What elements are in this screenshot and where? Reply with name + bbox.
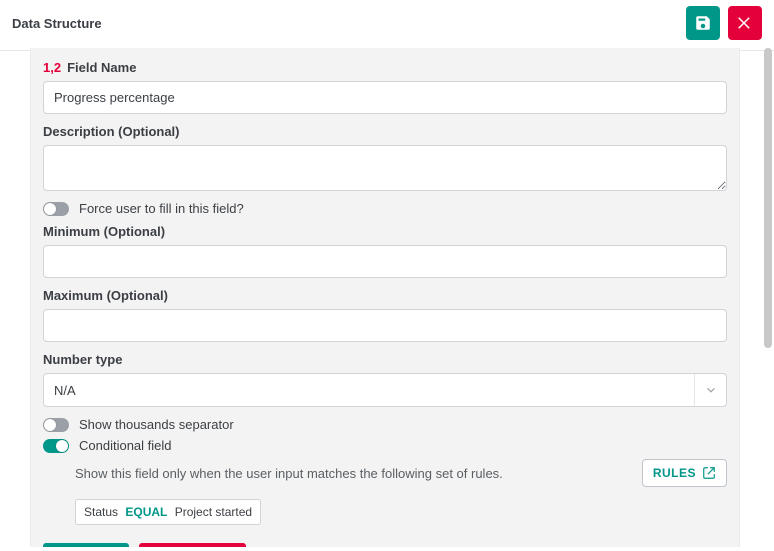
thousands-label: Show thousands separator <box>79 417 234 432</box>
cancel-button[interactable]: CANCEL <box>139 543 246 547</box>
force-fill-label: Force user to fill in this field? <box>79 201 244 216</box>
conditional-label: Conditional field <box>79 438 172 453</box>
rules-button[interactable]: RULES <box>642 459 727 487</box>
field-type-chip: 1,2 <box>43 60 61 75</box>
dialog-title: Data Structure <box>12 16 102 31</box>
external-link-icon <box>702 466 716 480</box>
number-type-value: N/A <box>54 383 76 398</box>
number-type-select[interactable]: N/A <box>43 373 727 407</box>
scrollbar[interactable] <box>764 48 772 348</box>
rule-value: Project started <box>175 505 252 519</box>
maximum-input[interactable] <box>43 309 727 342</box>
minimum-input[interactable] <box>43 245 727 278</box>
force-fill-toggle[interactable] <box>43 202 69 216</box>
field-name-input[interactable] <box>43 81 727 114</box>
header-save-button[interactable] <box>686 6 720 40</box>
rule-operator: EQUAL <box>125 505 167 519</box>
rule-chip[interactable]: Status EQUAL Project started <box>75 499 261 525</box>
minimum-label: Minimum (Optional) <box>43 224 165 239</box>
close-icon <box>736 14 754 32</box>
conditional-help-text: Show this field only when the user input… <box>75 466 503 481</box>
chevron-down-icon <box>694 374 726 406</box>
save-icon <box>694 14 712 32</box>
header-actions <box>686 6 762 40</box>
number-type-label: Number type <box>43 352 122 367</box>
form-panel: 1,2 Field Name Description (Optional) Fo… <box>30 48 740 547</box>
rules-button-label: RULES <box>653 466 696 480</box>
description-label: Description (Optional) <box>43 124 180 139</box>
rule-field: Status <box>84 505 118 519</box>
field-name-label: Field Name <box>67 60 136 75</box>
save-button[interactable]: SAVE <box>43 543 129 547</box>
conditional-toggle[interactable] <box>43 439 69 453</box>
dialog-header: Data Structure <box>0 0 774 51</box>
thousands-toggle[interactable] <box>43 418 69 432</box>
header-close-button[interactable] <box>728 6 762 40</box>
maximum-label: Maximum (Optional) <box>43 288 168 303</box>
description-textarea[interactable] <box>43 145 727 191</box>
